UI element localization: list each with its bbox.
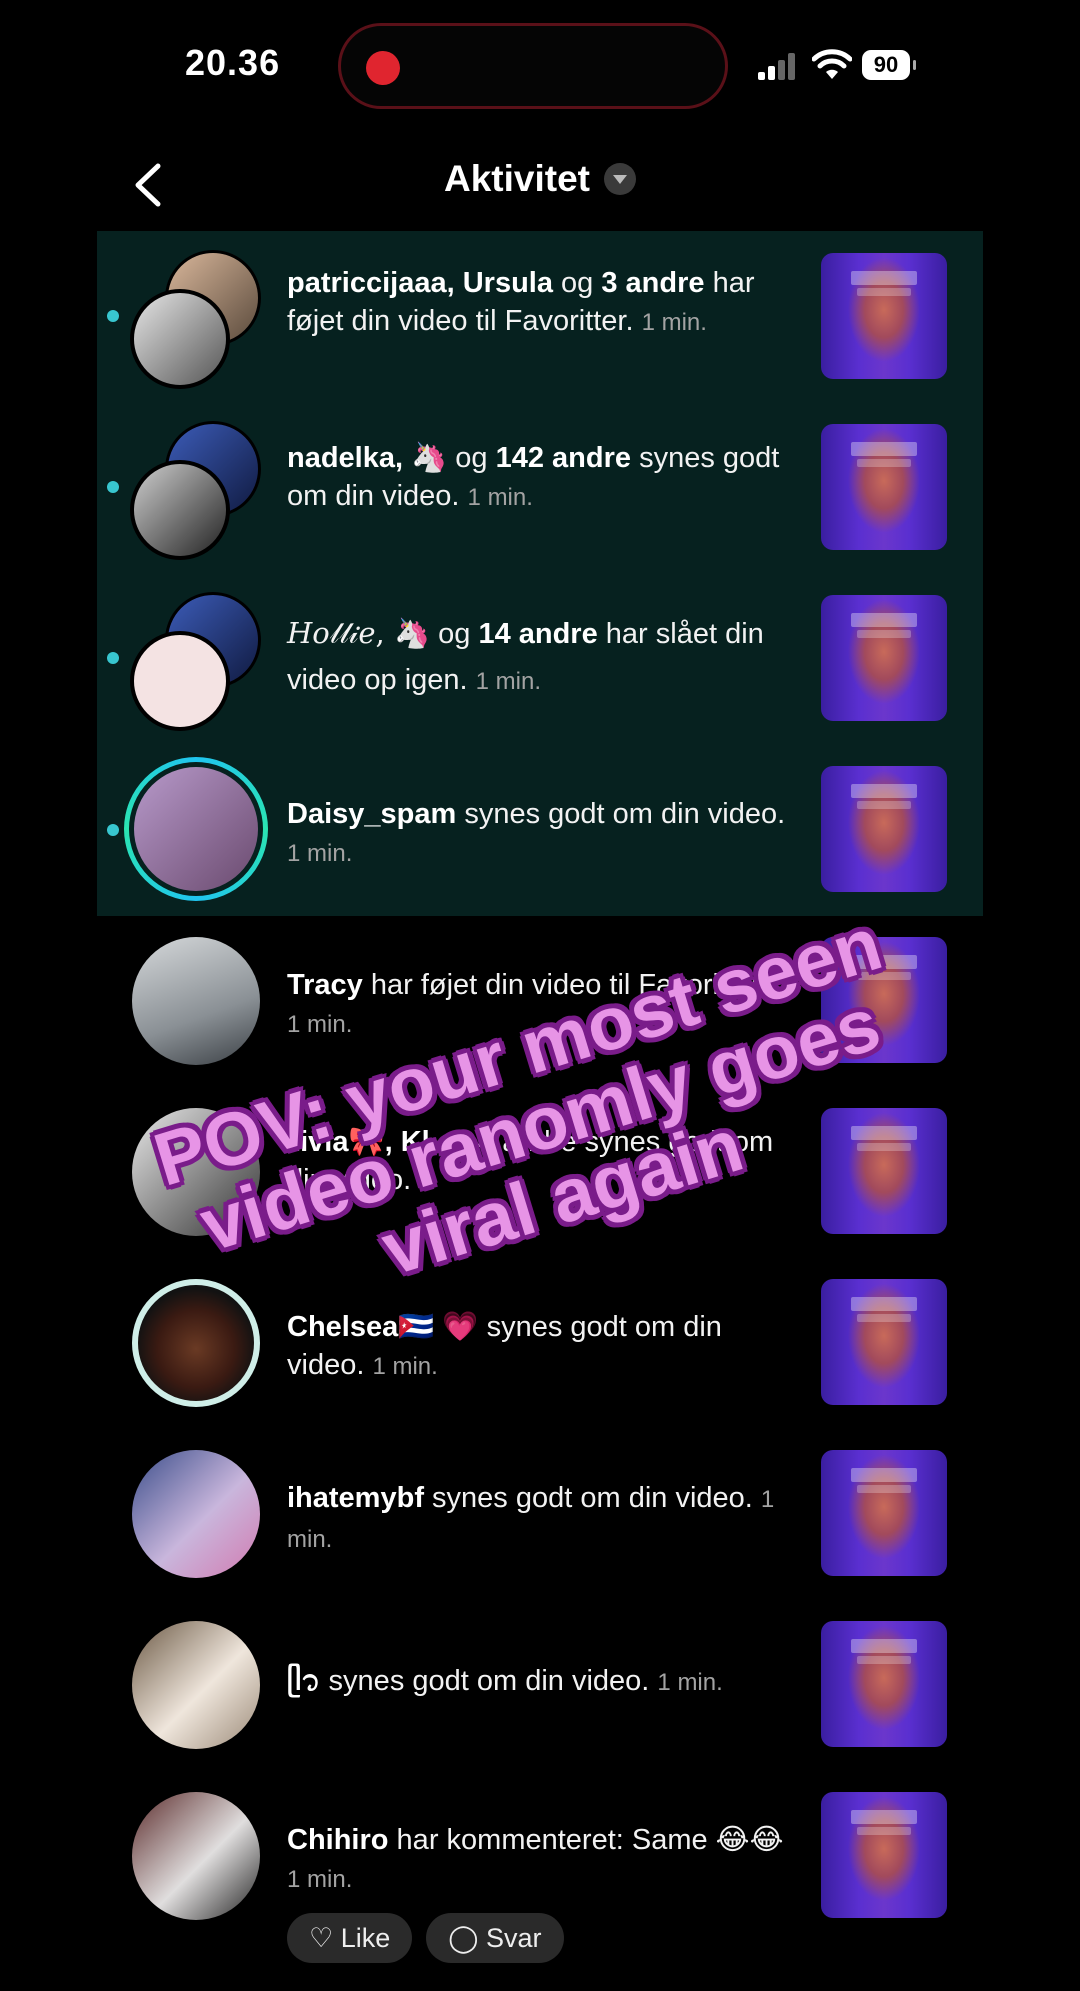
video-thumbnail[interactable] — [821, 1621, 947, 1747]
actor-names[interactable]: ihatemybf — [287, 1482, 424, 1514]
unicorn-emoji: 🦄 — [411, 442, 448, 474]
timestamp: 1 min. — [467, 484, 533, 511]
video-thumbnail[interactable] — [821, 1279, 947, 1405]
actor-names[interactable]: nadelka, — [287, 442, 411, 474]
avatar — [132, 1450, 260, 1578]
unread-dot — [107, 310, 119, 322]
actor-names[interactable]: patriccijaaa, Ursula — [287, 267, 553, 299]
recording-indicator-icon — [366, 51, 400, 85]
unread-dot — [107, 824, 119, 836]
video-thumbnail[interactable] — [821, 1450, 947, 1576]
notification-text: synes godt om din video. — [423, 1482, 761, 1514]
wifi-icon — [812, 49, 852, 79]
list-item[interactable]: ᥫ᭡ synes godt om din video. 1 min. — [0, 1600, 1080, 1771]
video-thumbnail[interactable] — [821, 424, 947, 550]
others-count: 3 andre — [601, 267, 705, 299]
avatar — [130, 460, 230, 560]
actor-names[interactable]: Chelsea🇨🇺 💗 — [287, 1311, 479, 1343]
timestamp: 1 min. — [641, 309, 707, 336]
like-button[interactable]: ♡ Like — [287, 1913, 413, 1963]
story-ring[interactable] — [124, 757, 268, 901]
avatar — [132, 937, 260, 1065]
timestamp: 1 min. — [372, 1353, 438, 1380]
status-bar: 20.36 90 — [0, 0, 1080, 130]
video-thumbnail[interactable] — [821, 766, 947, 892]
avatar — [132, 1621, 260, 1749]
actor-names[interactable]: ᥫ᭡ — [287, 1665, 321, 1697]
activity-filter-dropdown-icon[interactable] — [603, 163, 636, 195]
list-item[interactable]: ihatemybf synes godt om din video. 1 min… — [0, 1429, 1080, 1600]
others-count: 14 andre — [478, 618, 598, 650]
cellular-signal-icon — [758, 52, 798, 80]
timestamp: 1 min. — [287, 1011, 353, 1038]
reply-button[interactable]: ◯ Svar — [426, 1913, 564, 1963]
notification-text: har kommenteret: Same 😂😂 — [388, 1824, 784, 1856]
clock: 20.36 — [185, 42, 281, 83]
video-thumbnail[interactable] — [821, 595, 947, 721]
page-title: Aktivitet — [444, 158, 590, 199]
timestamp: 1 min. — [287, 1866, 353, 1893]
notification-text: synes godt om din video. — [456, 798, 786, 830]
avatar — [130, 289, 230, 389]
unread-dot — [107, 652, 119, 664]
video-thumbnail[interactable] — [821, 253, 947, 379]
actor-names[interactable]: Chihiro — [287, 1824, 389, 1856]
actor-names[interactable]: Tracy — [287, 969, 363, 1001]
battery-icon: 90 — [862, 50, 916, 80]
list-item[interactable]: Chihiro har kommenteret: Same 😂😂 1 min. … — [0, 1771, 1080, 1991]
others-count: 142 andre — [495, 442, 632, 474]
dynamic-island — [338, 23, 728, 109]
unicorn-emoji: 🦄 — [393, 618, 431, 650]
timestamp: 1 min. — [287, 840, 353, 867]
header: Aktivitet — [0, 140, 1080, 230]
actor-names[interactable]: Daisy_spam — [287, 798, 456, 830]
avatar — [134, 767, 258, 891]
list-item[interactable]: patriccijaaa, Ursula og 3 andre har føje… — [0, 231, 1080, 403]
notification-text: synes godt om din video. — [320, 1665, 658, 1697]
avatar — [132, 1792, 260, 1920]
list-item[interactable]: nadelka, 🦄 og 142 andre synes godt om di… — [0, 403, 1080, 574]
avatar — [130, 631, 230, 731]
actor-names[interactable]: 𝐻𝑜𝓁𝓁𝒾𝑒, — [287, 616, 394, 650]
timestamp: 1 min. — [475, 668, 542, 695]
video-thumbnail[interactable] — [821, 1792, 947, 1918]
timestamp: 1 min. — [657, 1669, 723, 1696]
unread-dot — [107, 481, 119, 493]
list-item[interactable]: 𝐻𝑜𝓁𝓁𝒾𝑒, 🦄 og 14 andre har slået din vide… — [0, 574, 1080, 745]
